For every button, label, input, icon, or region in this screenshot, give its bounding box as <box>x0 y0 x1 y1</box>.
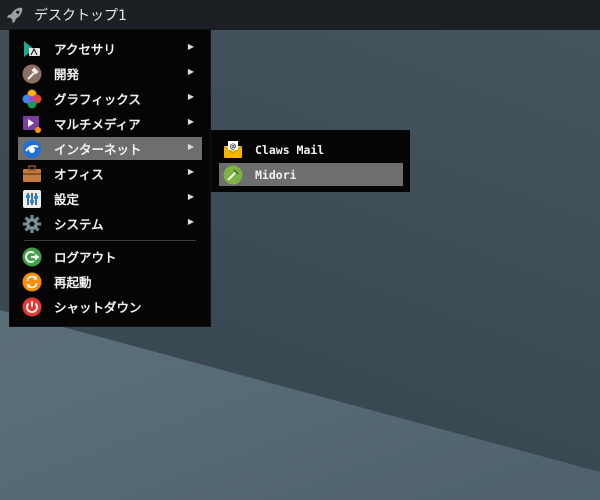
graphics-icon <box>22 89 42 108</box>
internet-submenu: @ Claws Mail Midori <box>211 130 410 192</box>
menu-item-label: 開発 <box>54 67 80 82</box>
menu-item-graphics[interactable]: グラフィックス ▶ <box>18 87 202 110</box>
development-icon <box>22 64 42 83</box>
logout-icon <box>22 247 42 266</box>
submenu-item-label: Claws Mail <box>255 142 325 157</box>
menu-item-multimedia[interactable]: マルチメディア ▶ <box>18 112 202 135</box>
submenu-arrow-icon: ▶ <box>187 42 194 51</box>
start-menu-button[interactable]: デスクトップ1 <box>0 0 135 30</box>
accessories-icon <box>24 40 40 57</box>
menu-item-label: アクセサリ <box>54 42 116 57</box>
menu-item-label: 設定 <box>54 192 80 207</box>
menu-item-label: シャットダウン <box>54 300 142 315</box>
submenu-item-label: Midori <box>255 167 297 182</box>
menu-item-office[interactable]: オフィス ▶ <box>18 162 202 185</box>
application-menu: アクセサリ ▶ 開発 ▶ グラフィックス ▶ マルチメディア ▶ インターネット… <box>10 30 210 326</box>
restart-icon <box>22 272 42 291</box>
submenu-item-claws-mail[interactable]: @ Claws Mail <box>219 138 403 161</box>
menu-item-label: システム <box>54 217 104 232</box>
submenu-arrow-icon: ▶ <box>187 217 194 226</box>
submenu-arrow-icon: ▶ <box>187 192 194 201</box>
menu-item-accessories[interactable]: アクセサリ ▶ <box>18 37 202 60</box>
workspace-label: デスクトップ1 <box>34 8 127 24</box>
submenu-arrow-icon: ▶ <box>187 142 194 151</box>
menu-item-settings[interactable]: 設定 ▶ <box>18 187 202 210</box>
menu-item-label: オフィス <box>54 167 104 182</box>
submenu-arrow-icon: ▶ <box>187 67 194 76</box>
menu-item-restart[interactable]: 再起動 <box>18 270 202 293</box>
menu-item-internet[interactable]: インターネット ▶ <box>18 137 202 160</box>
internet-icon <box>23 139 41 158</box>
shutdown-icon <box>22 297 42 316</box>
svg-text:@: @ <box>230 142 237 150</box>
menu-item-logout[interactable]: ログアウト <box>18 245 202 268</box>
menu-separator <box>24 240 196 241</box>
settings-icon <box>23 189 41 208</box>
menu-item-label: ログアウト <box>54 250 117 265</box>
submenu-arrow-icon: ▶ <box>187 92 194 101</box>
menu-item-system[interactable]: システム ▶ <box>18 212 202 235</box>
midori-browser-icon <box>223 165 243 184</box>
system-icon <box>23 214 41 233</box>
office-icon <box>23 164 41 182</box>
menu-item-label: 再起動 <box>54 275 92 290</box>
submenu-arrow-icon: ▶ <box>187 167 194 176</box>
submenu-item-midori[interactable]: Midori <box>219 163 403 186</box>
multimedia-icon <box>23 115 41 133</box>
menu-item-label: インターネット <box>54 142 142 157</box>
submenu-arrow-icon: ▶ <box>187 117 194 126</box>
menu-item-label: マルチメディア <box>54 117 141 132</box>
rocket-icon <box>6 7 23 24</box>
menu-item-development[interactable]: 開発 ▶ <box>18 62 202 85</box>
menu-item-shutdown[interactable]: シャットダウン <box>18 295 202 318</box>
mail-icon: @ <box>223 140 243 158</box>
taskbar: デスクトップ1 <box>0 0 600 30</box>
menu-item-label: グラフィックス <box>54 92 141 107</box>
